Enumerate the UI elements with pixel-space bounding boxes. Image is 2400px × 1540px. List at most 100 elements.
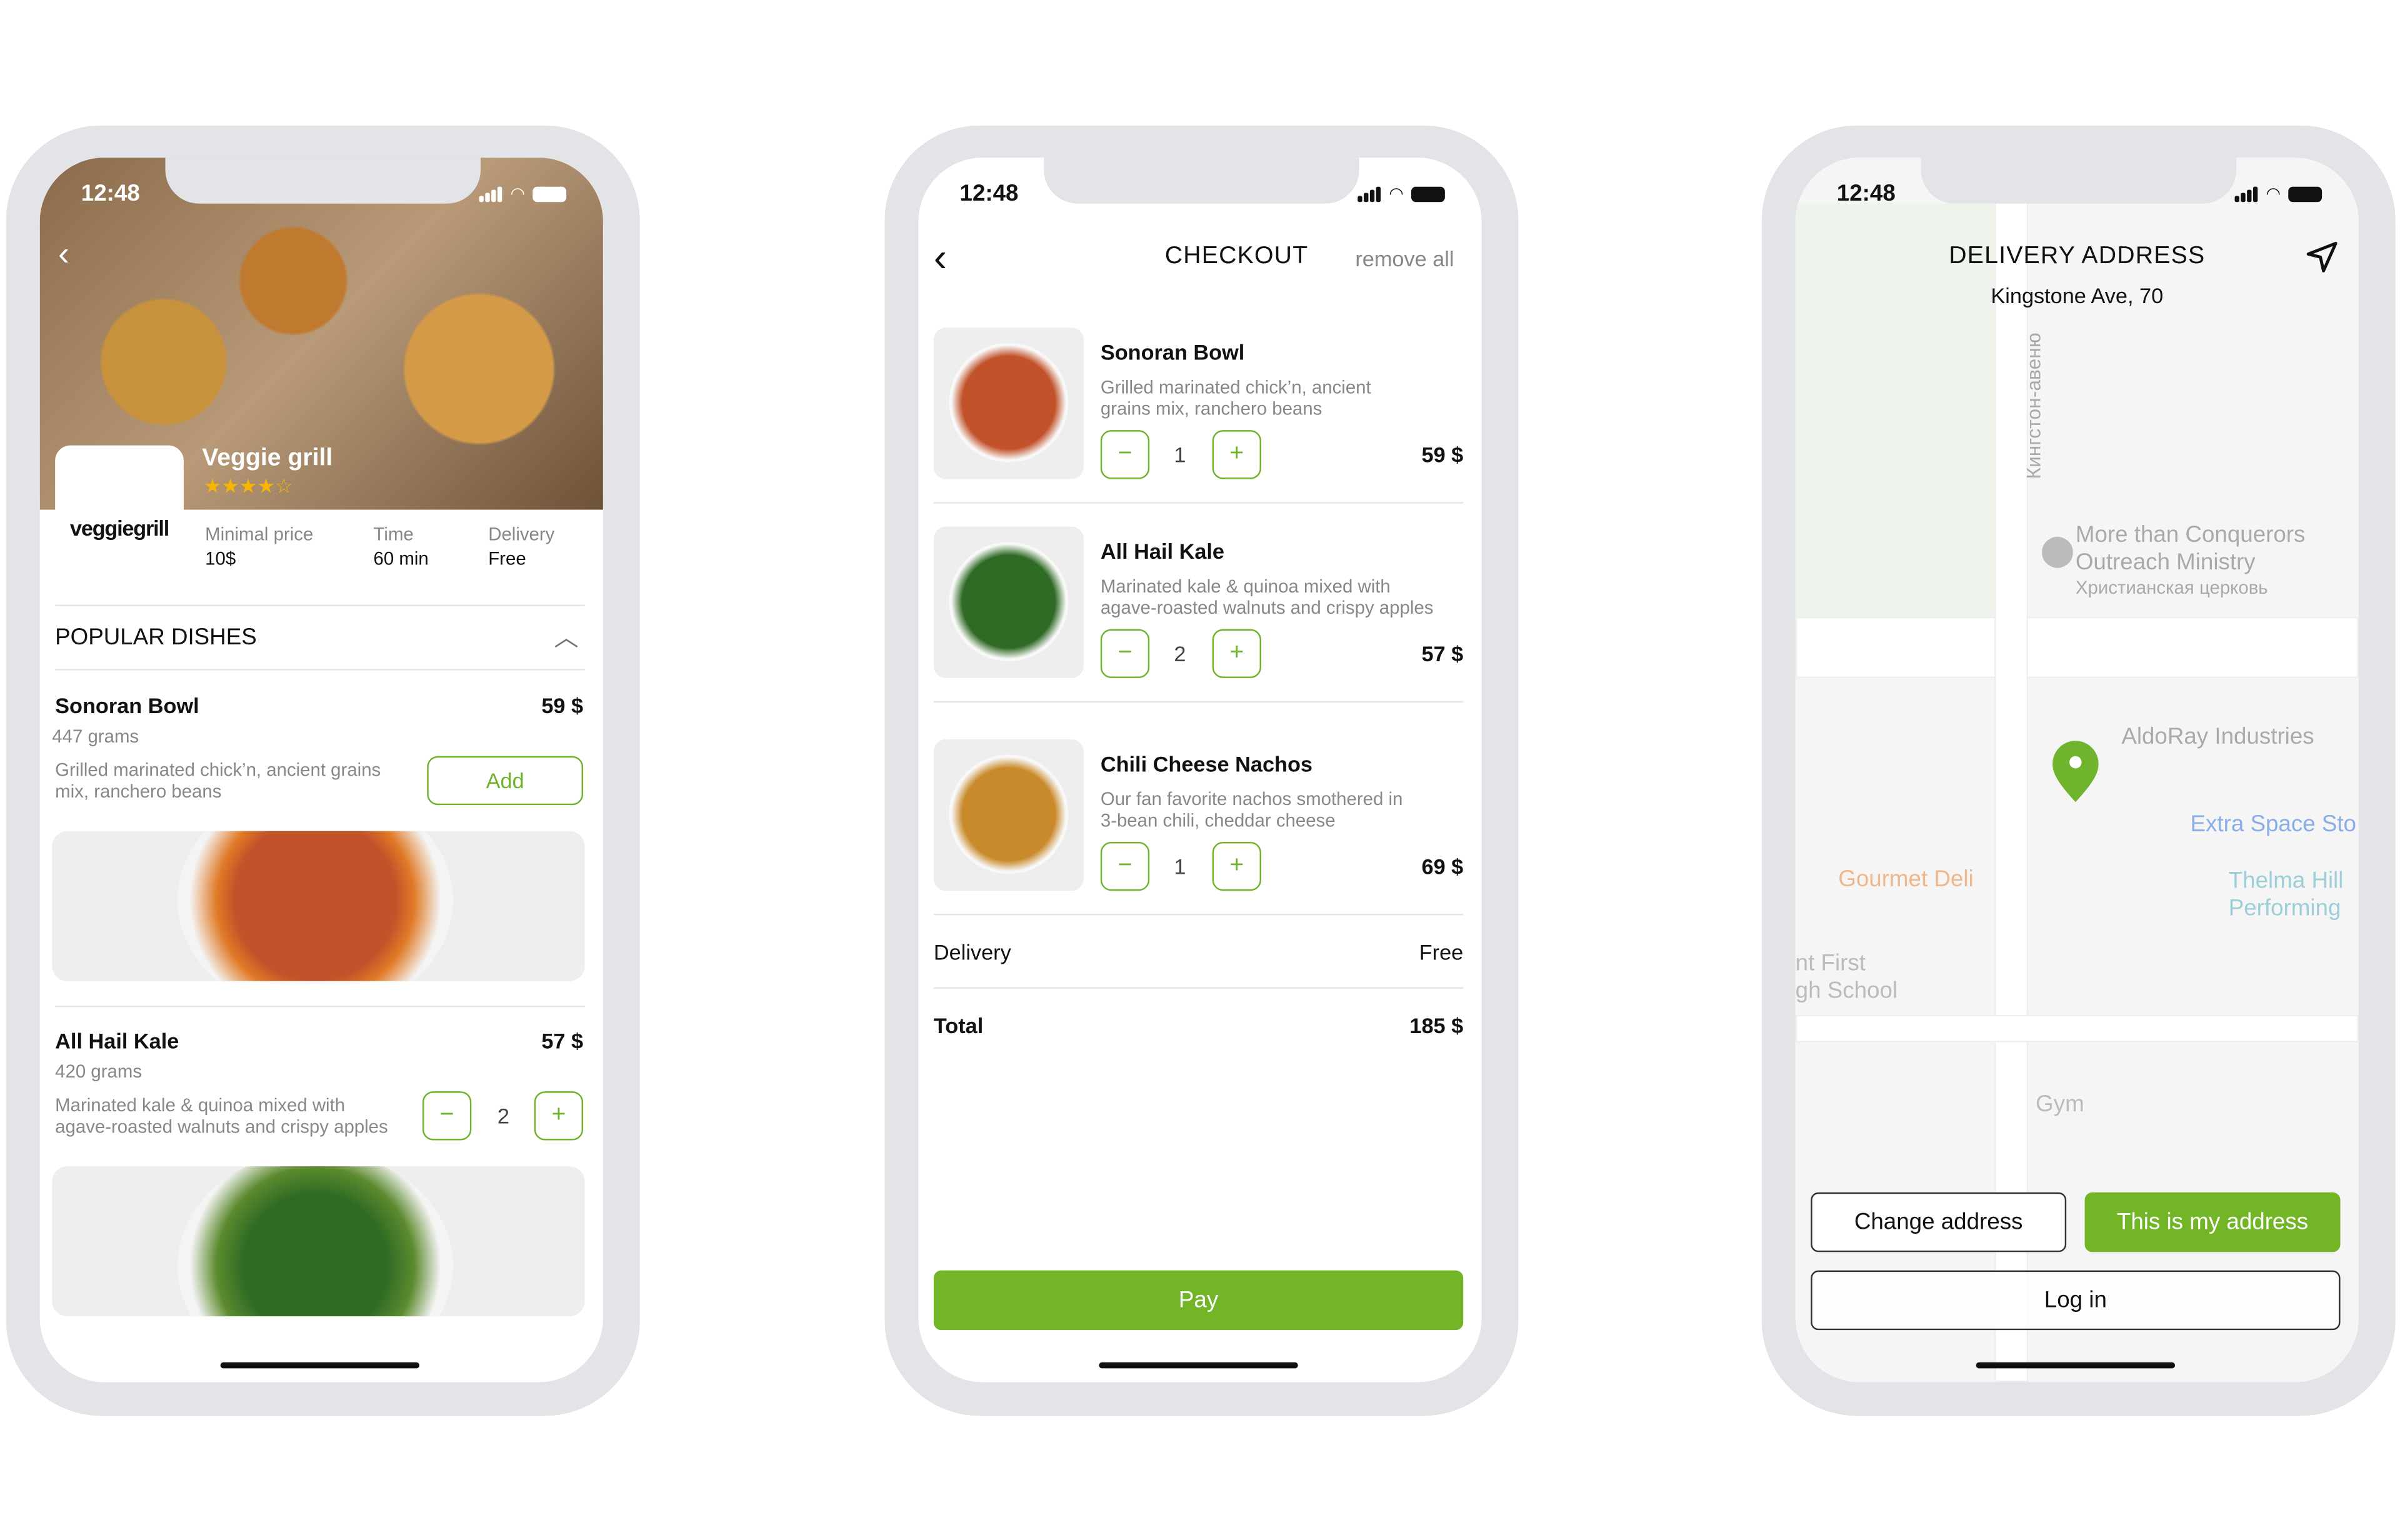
phone-address: Кингстон-авеню More than Conquerors Outr… xyxy=(1761,125,2396,1416)
back-icon[interactable]: ‹ xyxy=(58,234,69,274)
map-label: Кингстон-авеню xyxy=(2022,332,2045,479)
item-price: 59 $ xyxy=(1421,442,1464,467)
church-pin-icon: ⬤ xyxy=(2040,534,2075,568)
delivery-label: Delivery xyxy=(933,939,1011,964)
stat-min-price: Minimal price 10$ xyxy=(205,523,314,570)
back-icon[interactable]: ‹ xyxy=(934,234,947,282)
item-name: Chili Cheese Nachos xyxy=(1100,751,1313,776)
notch xyxy=(1044,158,1359,204)
signal-icon xyxy=(479,186,503,202)
section-title: POPULAR DISHES xyxy=(55,624,257,651)
signal-icon xyxy=(1358,186,1381,202)
login-button[interactable]: Log in xyxy=(1811,1270,2341,1331)
dish-name: Sonoran Bowl xyxy=(55,693,199,718)
status-time: 12:48 xyxy=(1836,180,1896,207)
status-icons: ◠ xyxy=(1358,184,1445,204)
map-label: Gourmet Deli xyxy=(1838,866,1974,892)
dish-desc: Grilled marinated chick’n, ancient grain… xyxy=(55,759,381,802)
notch xyxy=(1921,158,2236,204)
map-label: gh School xyxy=(1795,978,1898,1004)
rating-stars: ★★★★☆ xyxy=(203,474,293,498)
phone-checkout: 12:48 ◠ ‹ CHECKOUT remove all Sonoran Bo… xyxy=(884,125,1519,1416)
decrease-button[interactable]: − xyxy=(422,1091,472,1141)
decrease-button[interactable]: − xyxy=(1100,430,1150,479)
quantity: 2 xyxy=(497,1103,510,1128)
delivery-value: Free xyxy=(1419,939,1464,964)
wifi-icon: ◠ xyxy=(2266,185,2281,204)
decrease-button[interactable]: − xyxy=(1100,841,1150,891)
checkout-screen: 12:48 ◠ ‹ CHECKOUT remove all Sonoran Bo… xyxy=(918,158,1482,1382)
confirm-address-button[interactable]: This is my address xyxy=(2084,1192,2341,1252)
remove-all-link[interactable]: remove all xyxy=(1355,246,1454,271)
status-time: 12:48 xyxy=(81,180,140,207)
restaurant-screen: 12:48 ◠ ‹ veggiegrill Veggie grill ★★★★☆… xyxy=(39,158,603,1382)
dish-weight: 420 grams xyxy=(55,1061,142,1082)
item-desc: Marinated kale & quinoa mixed with agave-… xyxy=(1100,575,1434,619)
address-text: Kingstone Ave, 70 xyxy=(1991,283,2164,308)
battery-icon xyxy=(1411,186,1445,202)
notch xyxy=(165,158,481,204)
pay-button[interactable]: Pay xyxy=(933,1270,1464,1331)
decrease-button[interactable]: − xyxy=(1100,629,1150,678)
home-indicator xyxy=(1099,1362,1298,1369)
item-desc: Our fan favorite nachos smothered in 3-be… xyxy=(1100,788,1403,831)
home-indicator xyxy=(1976,1362,2176,1369)
dish-desc: Marinated kale & quinoa mixed with agave-… xyxy=(55,1094,388,1138)
dish-price: 57 $ xyxy=(541,1028,584,1053)
map-label: Extra Space Sto xyxy=(2190,811,2357,838)
navigation-icon[interactable] xyxy=(2305,240,2339,274)
page-title: CHECKOUT xyxy=(1164,243,1309,270)
status-icons: ◠ xyxy=(2235,184,2322,204)
increase-button[interactable]: + xyxy=(1212,629,1261,678)
wifi-icon: ◠ xyxy=(1389,185,1404,204)
battery-icon xyxy=(2288,186,2322,202)
increase-button[interactable]: + xyxy=(1212,430,1261,479)
item-image xyxy=(933,739,1084,891)
item-price: 69 $ xyxy=(1421,854,1464,879)
dish-image xyxy=(52,831,585,981)
map-label: Христианская церковь xyxy=(2075,577,2268,599)
stat-time: Time 60 min xyxy=(373,523,429,570)
item-name: Sonoran Bowl xyxy=(1100,339,1245,364)
increase-button[interactable]: + xyxy=(534,1091,584,1141)
address-screen: Кингстон-авеню More than Conquerors Outr… xyxy=(1795,158,2359,1382)
location-pin-icon[interactable] xyxy=(2051,739,2100,804)
item-image xyxy=(933,328,1084,479)
item-image xyxy=(933,526,1084,678)
map-label: Outreach Ministry xyxy=(2075,549,2256,576)
map-label: More than Conquerors xyxy=(2075,522,2306,548)
chevron-up-icon[interactable]: ︿ xyxy=(554,617,579,654)
map-label: Performing xyxy=(2228,895,2341,922)
map-label: Gym xyxy=(2036,1091,2084,1118)
dish-name: All Hail Kale xyxy=(55,1028,179,1053)
item-desc: Grilled marinated chick’n, ancient grains… xyxy=(1100,376,1371,420)
item-price: 57 $ xyxy=(1421,641,1464,666)
signal-icon xyxy=(2235,186,2259,202)
item-name: All Hail Kale xyxy=(1100,539,1225,564)
page-title: DELIVERY ADDRESS xyxy=(1949,243,2206,270)
quantity: 1 xyxy=(1174,442,1186,467)
quantity: 1 xyxy=(1174,854,1186,879)
restaurant-logo: veggiegrill xyxy=(55,445,184,568)
map-label: nt First xyxy=(1795,950,1866,977)
stat-delivery: Delivery Free xyxy=(488,523,555,570)
total-label: Total xyxy=(933,1013,984,1038)
quantity: 2 xyxy=(1174,641,1186,666)
status-time: 12:48 xyxy=(959,180,1019,207)
dish-weight: 447 grams xyxy=(52,725,139,748)
change-address-button[interactable]: Change address xyxy=(1811,1192,2067,1252)
add-button[interactable]: Add xyxy=(427,756,584,806)
dish-price: 59 $ xyxy=(541,693,584,718)
increase-button[interactable]: + xyxy=(1212,841,1261,891)
logo-text: veggiegrill xyxy=(70,516,169,541)
phone-restaurant: 12:48 ◠ ‹ veggiegrill Veggie grill ★★★★☆… xyxy=(6,125,640,1416)
dish-image xyxy=(52,1166,585,1317)
map-label: AldoRay Industries xyxy=(2121,724,2314,751)
map-label: Thelma Hill xyxy=(2228,868,2344,894)
home-indicator xyxy=(220,1362,420,1369)
wifi-icon: ◠ xyxy=(510,185,526,204)
total-value: 185 $ xyxy=(1409,1013,1464,1038)
restaurant-name: Veggie grill xyxy=(202,445,333,472)
status-icons: ◠ xyxy=(479,184,567,204)
battery-icon xyxy=(532,186,567,202)
